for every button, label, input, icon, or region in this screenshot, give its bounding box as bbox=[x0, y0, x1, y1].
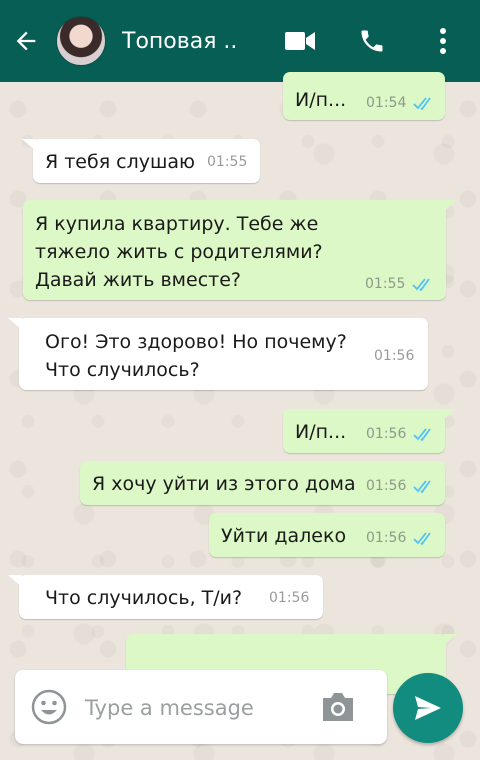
chat-header: Топовая .. bbox=[0, 0, 480, 82]
message-text-line: Ого! Это здорово! Но почему? bbox=[45, 331, 347, 353]
message-time: 01:55 bbox=[207, 154, 248, 170]
more-vertical-icon[interactable] bbox=[426, 0, 460, 82]
message-text: Что случилось, Т/и? bbox=[45, 587, 243, 609]
message-text-line: тяжело жить с родителями? bbox=[35, 241, 323, 263]
message-bubble-outgoing[interactable]: И/п... 01:54 bbox=[283, 72, 445, 120]
message-text: И/п... bbox=[295, 89, 347, 111]
send-icon bbox=[415, 696, 441, 720]
message-bubble-incoming[interactable]: Что случилось, Т/и? 01:56 bbox=[8, 575, 323, 619]
message-time: 01:56 bbox=[366, 530, 407, 546]
phone-icon[interactable] bbox=[350, 0, 394, 82]
message-text-line: Я купила квартиру. Тебе же bbox=[35, 213, 319, 235]
message-time: 01:56 bbox=[374, 348, 415, 364]
message-bubble-outgoing[interactable]: Уйти далеко 01:56 bbox=[209, 513, 445, 557]
message-input[interactable]: Type a message bbox=[85, 696, 254, 720]
message-bubble-incoming[interactable]: Ого! Это здорово! Но почему? Что случило… bbox=[8, 318, 428, 390]
message-text: И/п... bbox=[295, 421, 347, 443]
message-time: 01:54 bbox=[366, 95, 407, 111]
message-time: 01:56 bbox=[366, 426, 407, 442]
message-time: 01:55 bbox=[365, 276, 406, 292]
send-button[interactable] bbox=[393, 673, 463, 743]
message-text-line: Давай жить вместе? bbox=[35, 269, 241, 291]
message-time: 01:56 bbox=[366, 478, 407, 494]
message-text: Уйти далеко bbox=[221, 525, 347, 547]
read-receipt-icon bbox=[413, 428, 431, 441]
emoji-icon[interactable] bbox=[31, 689, 67, 725]
back-arrow-icon[interactable] bbox=[0, 0, 52, 82]
read-receipt-icon bbox=[413, 532, 431, 545]
message-bubble-outgoing[interactable]: Я хочу уйти из этого дома 01:56 bbox=[80, 461, 445, 505]
message-text: Я хочу уйти из этого дома bbox=[92, 473, 356, 495]
message-text-line: Что случилось? bbox=[45, 359, 200, 381]
message-text: Я тебя слушаю bbox=[45, 151, 196, 173]
video-call-icon[interactable] bbox=[278, 0, 322, 82]
read-receipt-icon bbox=[413, 97, 431, 110]
message-bubble-outgoing[interactable]: Я купила квартиру. Тебе же тяжело жить с… bbox=[23, 200, 457, 300]
message-time: 01:56 bbox=[269, 590, 310, 606]
message-bubble-incoming[interactable]: Я тебя слушаю 01:55 bbox=[22, 139, 260, 183]
read-receipt-icon bbox=[412, 278, 430, 291]
camera-icon[interactable] bbox=[320, 691, 356, 723]
message-input-bar[interactable]: Type a message bbox=[15, 670, 387, 744]
avatar[interactable] bbox=[56, 16, 106, 66]
message-bubble-outgoing[interactable]: И/п... 01:56 bbox=[283, 409, 456, 453]
read-receipt-icon bbox=[413, 480, 431, 493]
contact-name[interactable]: Топовая .. bbox=[122, 29, 282, 54]
